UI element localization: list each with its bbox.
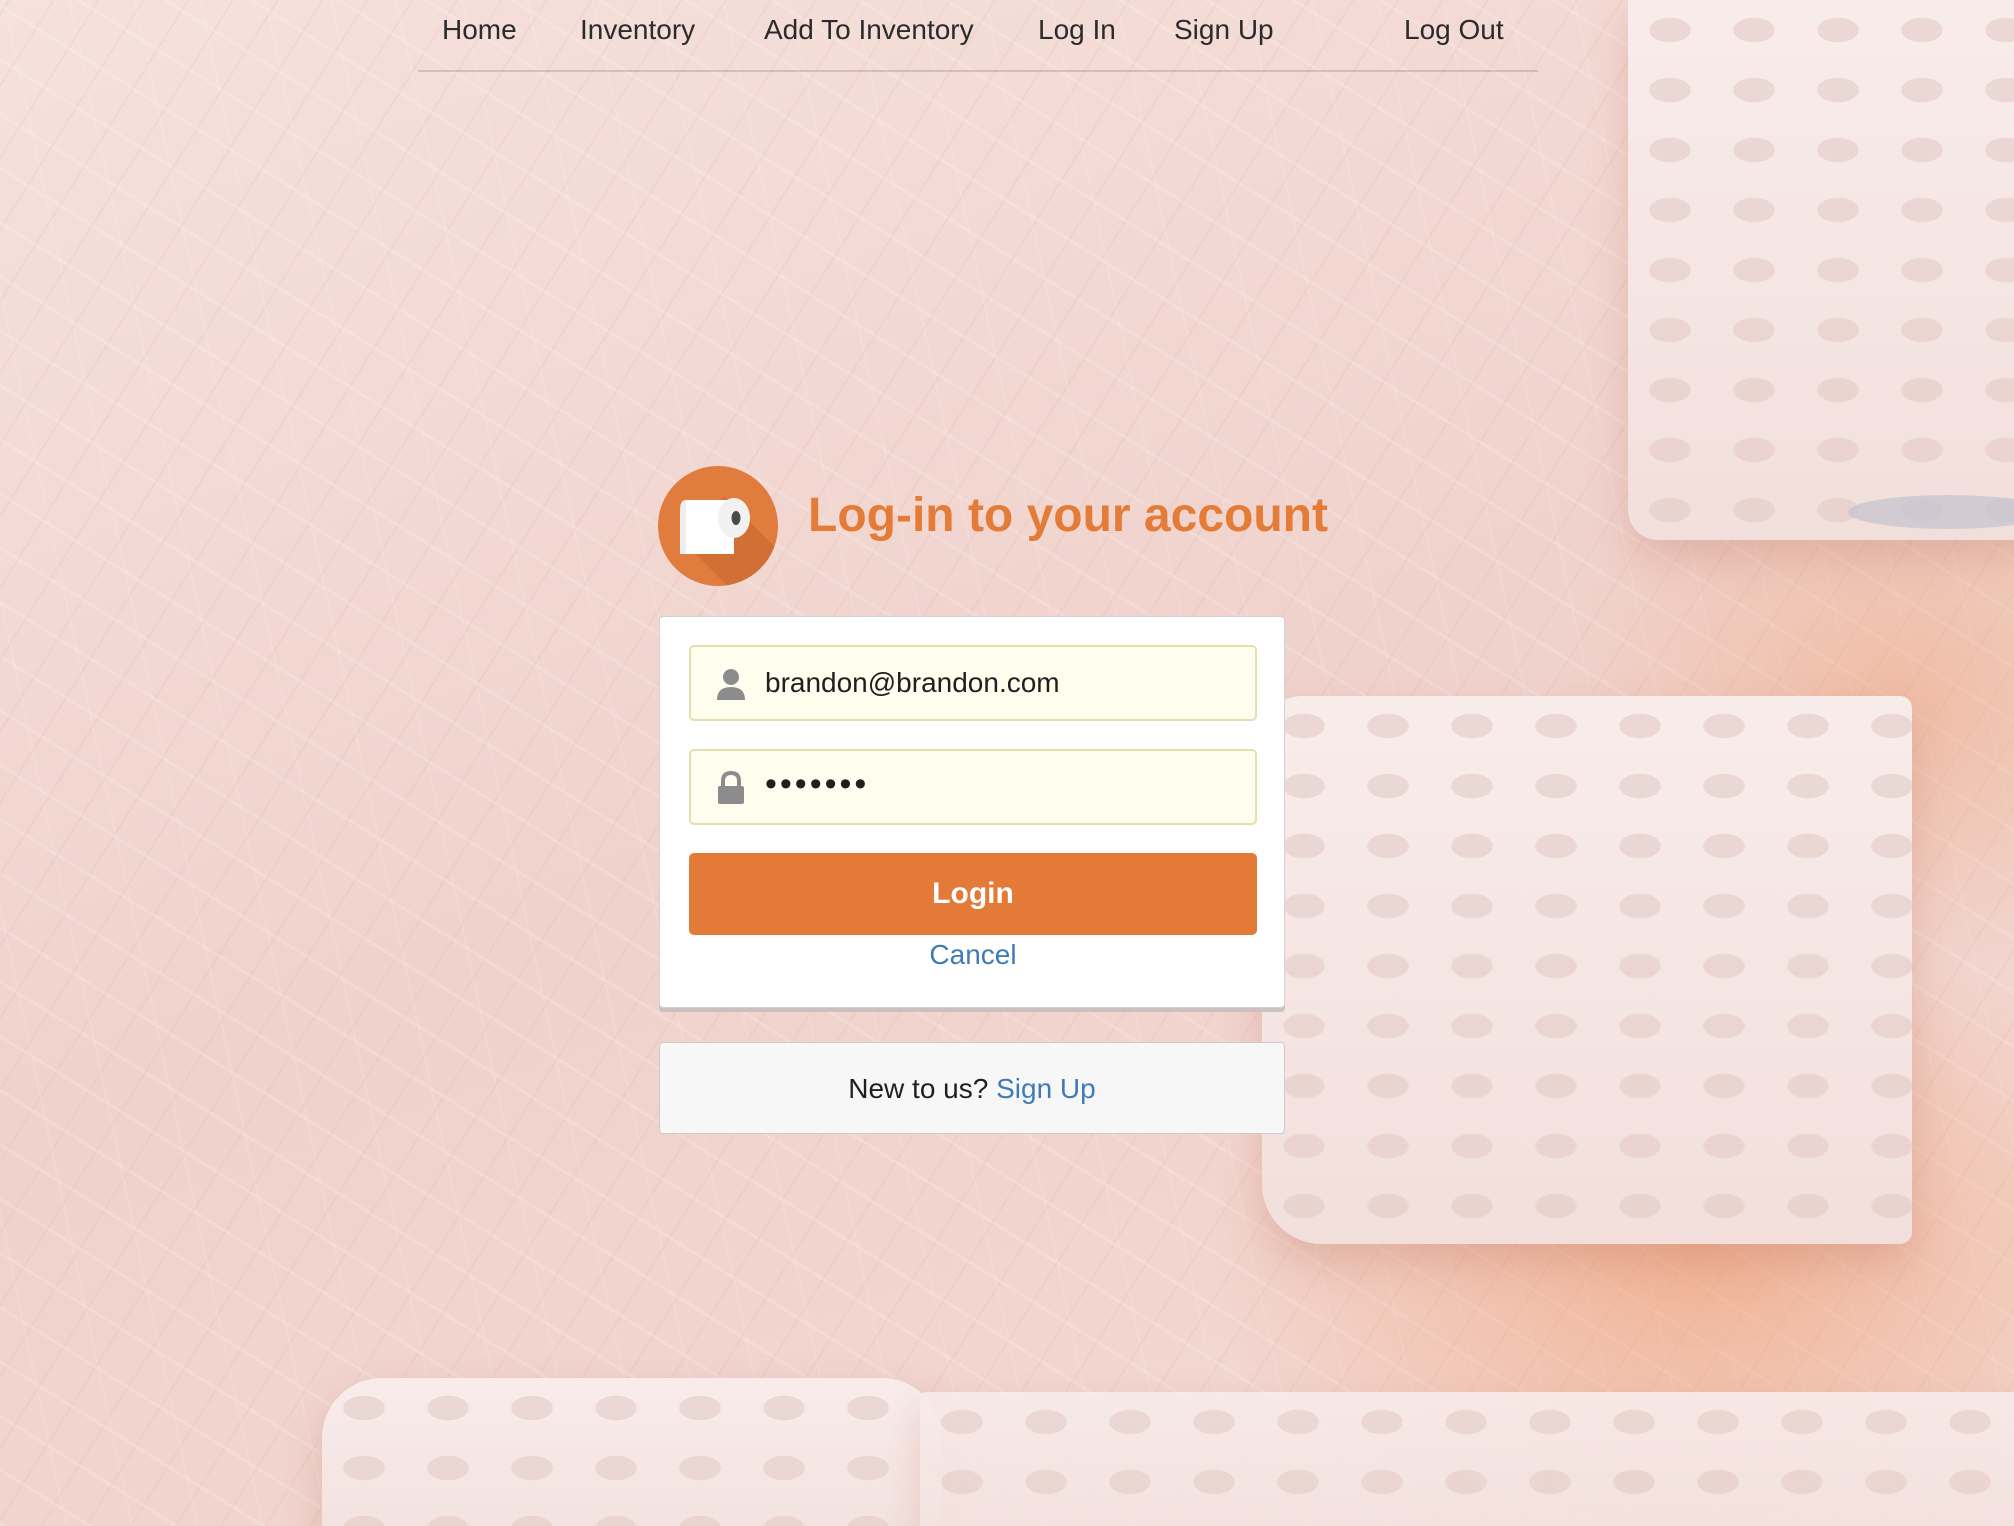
toilet-paper-roll-image — [1628, 0, 2014, 540]
toilet-paper-roll-icon — [658, 466, 778, 586]
nav-home-link[interactable]: Home — [442, 14, 517, 46]
page-title: Log-in to your account — [808, 489, 1328, 542]
user-icon — [715, 667, 747, 701]
toilet-paper-roll-image — [920, 1392, 2014, 1526]
nav-sign-up-link[interactable]: Sign Up — [1174, 14, 1274, 46]
password-field[interactable]: ••••••• — [689, 749, 1257, 825]
nav-add-to-inventory-link[interactable]: Add To Inventory — [764, 14, 974, 46]
signup-message: New to us? Sign Up — [659, 1042, 1285, 1134]
nav-inventory-link[interactable]: Inventory — [580, 14, 695, 46]
password-value: ••••••• — [765, 765, 870, 803]
top-nav: Home Inventory Add To Inventory Log In S… — [418, 0, 1538, 72]
signup-prompt: New to us? — [848, 1073, 989, 1104]
nav-log-out-link[interactable]: Log Out — [1404, 14, 1504, 46]
email-value: brandon@brandon.com — [765, 667, 1060, 698]
login-button[interactable]: Login — [689, 853, 1257, 935]
lock-icon — [715, 770, 747, 805]
nav-log-in-link[interactable]: Log In — [1038, 14, 1116, 46]
cancel-link[interactable]: Cancel — [660, 939, 1286, 971]
login-form-card: brandon@brandon.com ••••••• Login Cancel — [659, 616, 1285, 1008]
toilet-paper-roll-image — [322, 1378, 942, 1526]
toilet-paper-roll-image — [1262, 696, 1912, 1244]
sign-up-link[interactable]: Sign Up — [996, 1073, 1096, 1104]
email-field[interactable]: brandon@brandon.com — [689, 645, 1257, 721]
